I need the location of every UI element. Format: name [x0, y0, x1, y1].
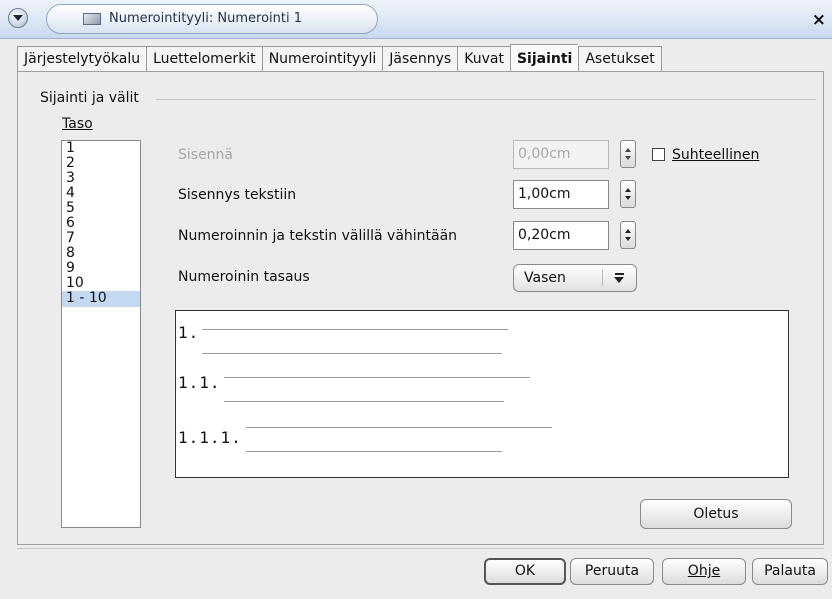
tab-jarjestelytyokalu[interactable]: Järjestelytyökalu: [17, 46, 147, 71]
numbering-preview: 1. 1.1. 1.1.1.: [175, 310, 789, 478]
level-item[interactable]: 4: [62, 186, 140, 201]
level-item[interactable]: 5: [62, 201, 140, 216]
reset-button[interactable]: Palauta: [752, 558, 828, 585]
title-bar: Numerointityyli: Numerointi 1 ×: [0, 0, 832, 39]
cancel-button[interactable]: Peruuta: [570, 558, 654, 585]
alignment-value: Vasen: [524, 270, 566, 286]
indent-field[interactable]: 0,00cm: [513, 140, 609, 169]
tab-kuvat[interactable]: Kuvat: [457, 46, 510, 71]
level-item[interactable]: 3: [62, 171, 140, 186]
window-title: Numerointityyli: Numerointi 1: [109, 11, 303, 26]
min-spacing-field[interactable]: 0,20cm: [513, 221, 609, 250]
level-item[interactable]: 1: [62, 141, 140, 156]
default-button-label: Oletus: [693, 506, 739, 522]
tab-asetukset[interactable]: Asetukset: [578, 46, 662, 71]
help-button-label: Ohje: [687, 563, 721, 579]
level-listbox[interactable]: 1 2 3 4 5 6 7 8 9 10 1 - 10: [61, 140, 141, 528]
footer-divider: [17, 548, 824, 549]
level-label: Taso: [62, 116, 93, 132]
tab-bar: Järjestelytyökalu Luettelomerkit Numeroi…: [17, 44, 662, 72]
preview-line: [246, 427, 552, 428]
tab-luettelomerkit[interactable]: Luettelomerkit: [146, 46, 262, 71]
min-spacing-label: Numeroinnin ja tekstin välillä vähintään: [178, 228, 458, 244]
level-item[interactable]: 10: [62, 276, 140, 291]
level-item[interactable]: 8: [62, 246, 140, 261]
tab-jasennys[interactable]: Jäsennys: [382, 46, 458, 71]
tab-sijainti[interactable]: Sijainti: [509, 44, 579, 71]
preview-label-level-2: 1.1.: [178, 373, 221, 392]
indent-to-text-label: Sisennys tekstiin: [178, 187, 297, 203]
min-spacing-spinner[interactable]: [620, 221, 636, 249]
help-button[interactable]: Ohje: [662, 558, 746, 585]
dialog-icon: [83, 13, 101, 25]
section-title: Sijainti ja välit: [40, 90, 143, 106]
tab-numerointityyli[interactable]: Numerointityyli: [261, 46, 383, 71]
level-item[interactable]: 6: [62, 216, 140, 231]
group-divider: [156, 99, 816, 100]
select-divider: [602, 270, 603, 286]
preview-line: [224, 401, 504, 402]
default-button[interactable]: Oletus: [640, 499, 792, 529]
preview-label-level-1: 1.: [178, 323, 200, 342]
indent-to-text-spinner[interactable]: [620, 180, 636, 208]
level-item[interactable]: 2: [62, 156, 140, 171]
window-menu-button[interactable]: [8, 8, 28, 28]
close-icon[interactable]: ×: [812, 10, 826, 30]
indent-to-text-field[interactable]: 1,00cm: [513, 180, 609, 209]
level-item[interactable]: 9: [62, 261, 140, 276]
indent-spinner[interactable]: [620, 140, 636, 168]
alignment-select[interactable]: Vasen: [513, 264, 637, 292]
preview-line: [246, 451, 502, 452]
title-pill: Numerointityyli: Numerointi 1: [46, 4, 378, 34]
level-item[interactable]: 7: [62, 231, 140, 246]
relative-checkbox[interactable]: [652, 148, 665, 161]
alignment-label: Numeroinin tasaus: [178, 269, 310, 285]
level-item-selected[interactable]: 1 - 10: [62, 291, 140, 307]
preview-line: [202, 329, 508, 330]
ok-button[interactable]: OK: [484, 558, 566, 585]
preview-line: [202, 353, 502, 354]
relative-label: Suhteellinen: [672, 147, 760, 163]
indent-label: Sisennä: [178, 147, 234, 163]
preview-label-level-3: 1.1.1.: [178, 428, 242, 447]
preview-line: [224, 377, 530, 378]
dropdown-arrow-icon: [611, 269, 629, 287]
